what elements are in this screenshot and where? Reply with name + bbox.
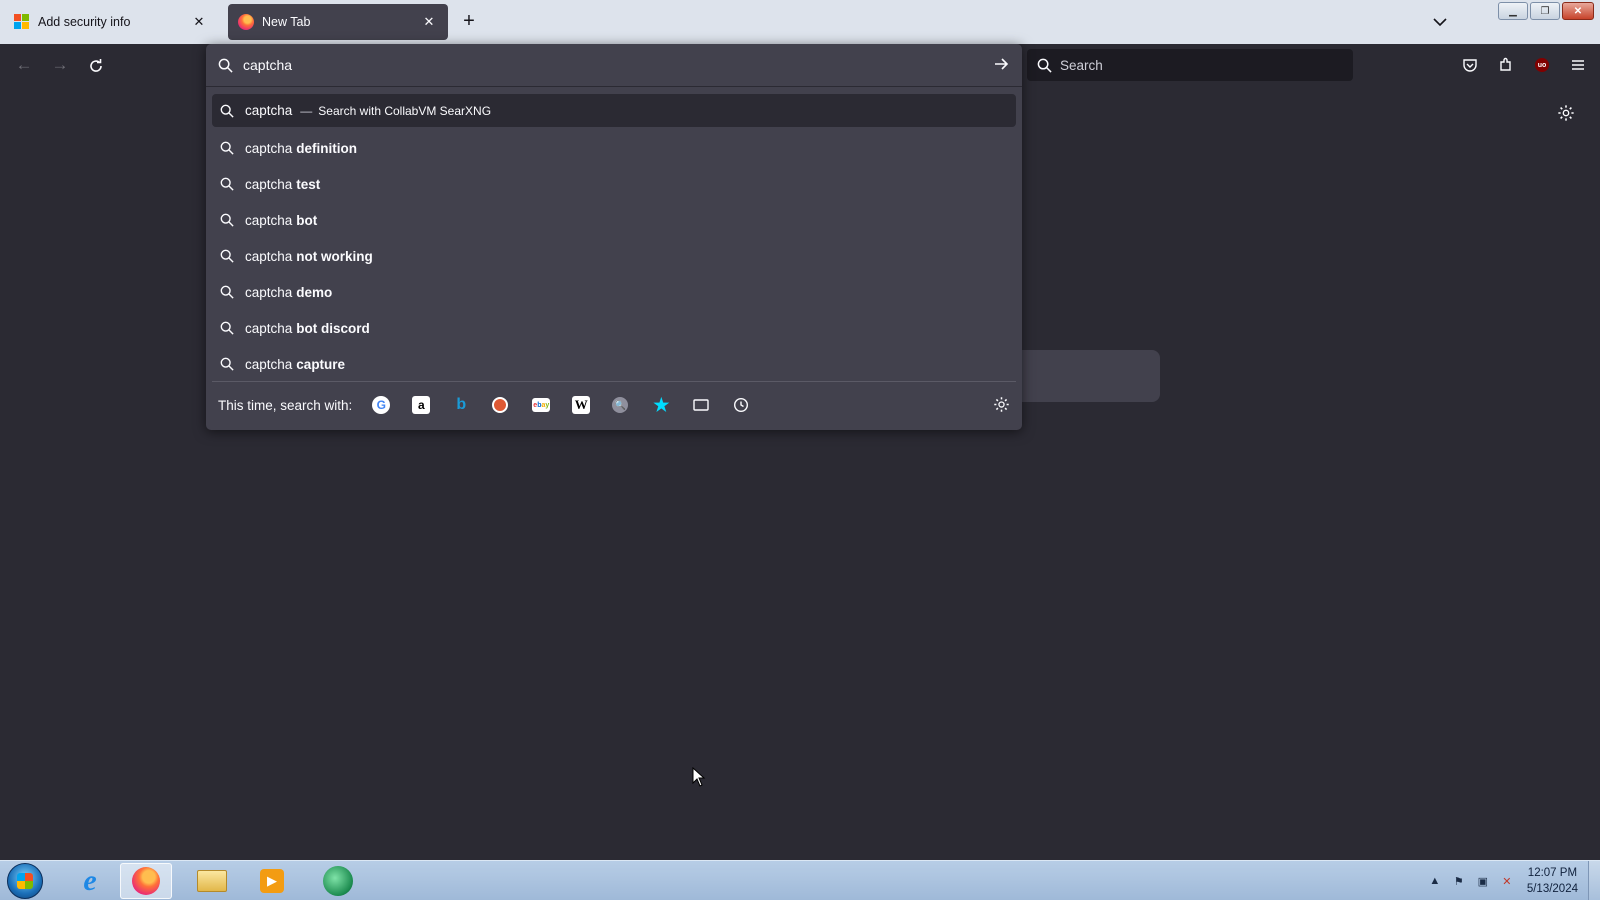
search-icon (220, 249, 234, 263)
one-off-search-bar: This time, search with: G a b ebay W 🔍 ★ (206, 388, 1022, 422)
tab-strip: Add security info ✕ New Tab ✕ + ▁ ❐ ✕ (0, 0, 1600, 44)
suggestion-item[interactable]: captcha — Search with CollabVM SearXNG (212, 94, 1016, 127)
suggestion-query: captcha (245, 176, 293, 192)
file-explorer-icon[interactable] (186, 863, 238, 899)
duckduckgo-icon[interactable] (492, 397, 509, 413)
windows-taskbar: e ▶ ▲ ⚑ ▣ ✕ 12:07 PM 5/13/2024 (0, 860, 1600, 900)
list-all-tabs-chevron-icon[interactable] (1430, 12, 1450, 32)
new-tab-search-box[interactable] (1000, 350, 1160, 402)
search-icon (220, 104, 234, 118)
suggestion-completion: definition (296, 140, 358, 156)
search-icon (220, 357, 234, 371)
suggestion-item[interactable]: captcha definition (212, 130, 1016, 166)
searxng-icon[interactable]: 🔍 (612, 397, 629, 413)
system-tray: ▲ ⚑ ▣ ✕ 12:07 PM 5/13/2024 (1427, 861, 1600, 900)
suggestion-list: captcha — Search with CollabVM SearXNG c… (212, 94, 1016, 382)
search-icon (220, 321, 234, 335)
go-arrow-icon[interactable] (992, 55, 1012, 75)
firefox-logo-icon (238, 14, 254, 30)
search-bar-placeholder: Search (1060, 57, 1103, 73)
show-hidden-icons-icon[interactable]: ▲ (1427, 873, 1443, 889)
network-icon[interactable]: ▣ (1475, 873, 1491, 889)
suggestion-item[interactable]: captcha bot (212, 202, 1016, 238)
suggestion-item[interactable]: captcha test (212, 166, 1016, 202)
address-bar-popup: captcha — Search with CollabVM SearXNG c… (206, 44, 1022, 430)
internet-explorer-icon[interactable]: e (64, 863, 116, 899)
mouse-cursor-icon (692, 767, 706, 787)
clock-date: 5/13/2024 (1526, 883, 1578, 895)
suggestion-query: captcha (245, 320, 293, 336)
suggestion-query: captcha (245, 140, 293, 156)
media-player-icon[interactable]: ▶ (246, 863, 298, 899)
suggestion-item[interactable]: captcha not working (212, 238, 1016, 274)
tabs-icon[interactable] (692, 393, 710, 417)
back-arrow-icon[interactable]: ← (12, 54, 36, 78)
address-bar[interactable] (206, 44, 1022, 86)
one-off-label: This time, search with: (218, 397, 353, 413)
show-desktop-button[interactable] (1588, 861, 1600, 900)
search-icon (220, 213, 234, 227)
hamburger-menu-icon[interactable] (1567, 54, 1589, 76)
volume-muted-icon[interactable]: ✕ (1499, 873, 1515, 889)
window-close-button[interactable]: ✕ (1562, 2, 1594, 20)
suggestion-completion: bot (296, 212, 318, 228)
bookmarks-star-icon[interactable]: ★ (652, 393, 670, 417)
ublock-origin-icon[interactable]: uo (1531, 54, 1553, 76)
forward-arrow-icon[interactable]: → (48, 54, 72, 78)
reload-icon[interactable] (84, 54, 108, 78)
extensions-puzzle-icon[interactable] (1495, 54, 1517, 76)
search-icon (220, 285, 234, 299)
minimize-button[interactable]: ▁ (1498, 2, 1528, 20)
tab-new-tab[interactable]: New Tab ✕ (228, 4, 448, 40)
restore-button[interactable]: ❐ (1530, 2, 1560, 20)
tab-add-security-info[interactable]: Add security info ✕ (4, 4, 218, 40)
suggestion-item[interactable]: captcha capture (212, 346, 1016, 382)
suggestion-completion: capture (296, 356, 346, 372)
search-icon (218, 58, 233, 73)
history-clock-icon[interactable] (732, 393, 750, 417)
ebay-icon[interactable]: ebay (532, 398, 551, 412)
suggestion-query: captcha (245, 284, 293, 300)
search-bar[interactable]: Search (1027, 49, 1353, 81)
action-center-flag-icon[interactable]: ⚑ (1451, 873, 1467, 889)
divider (206, 86, 1022, 87)
collabvm-app-icon[interactable] (312, 863, 364, 899)
suggestion-query: captcha (245, 356, 293, 372)
suggestion-query: captcha (245, 103, 293, 118)
close-tab-icon[interactable]: ✕ (190, 14, 208, 30)
search-settings-gear-icon[interactable] (993, 396, 1010, 418)
suggestion-completion: test (296, 176, 321, 192)
window-controls: ▁ ❐ ✕ (1498, 2, 1594, 20)
bing-icon[interactable]: b (452, 393, 470, 417)
clock-time: 12:07 PM (1527, 867, 1578, 879)
tab-label: New Tab (262, 15, 311, 29)
search-icon (1037, 58, 1052, 73)
suggestion-completion: not working (296, 248, 373, 264)
firefox-taskbar-icon[interactable] (120, 863, 172, 899)
suggestion-query: captcha (245, 212, 293, 228)
google-icon[interactable]: G (372, 396, 391, 414)
new-tab-settings-gear-icon[interactable] (1557, 104, 1575, 127)
close-tab-icon[interactable]: ✕ (420, 14, 438, 30)
pocket-icon[interactable] (1459, 54, 1481, 76)
search-icon (220, 177, 234, 191)
suggestion-separator: — (300, 103, 313, 118)
suggestion-query: captcha (245, 248, 293, 264)
suggestion-completion: demo (296, 284, 333, 300)
suggestion-action: Search with CollabVM SearXNG (318, 103, 492, 118)
address-input[interactable] (243, 57, 963, 73)
suggestion-item[interactable]: captcha demo (212, 274, 1016, 310)
amazon-icon[interactable]: a (412, 396, 431, 414)
taskbar-clock[interactable]: 12:07 PM 5/13/2024 (1527, 865, 1578, 897)
divider (212, 381, 1016, 382)
microsoft-logo-icon (14, 14, 30, 30)
start-button[interactable] (7, 863, 43, 899)
tab-label: Add security info (38, 15, 131, 29)
search-icon (220, 141, 234, 155)
new-tab-button[interactable]: + (458, 11, 480, 33)
suggestion-item[interactable]: captcha bot discord (212, 310, 1016, 346)
wikipedia-icon[interactable]: W (572, 396, 591, 414)
suggestion-completion: bot discord (296, 320, 370, 336)
